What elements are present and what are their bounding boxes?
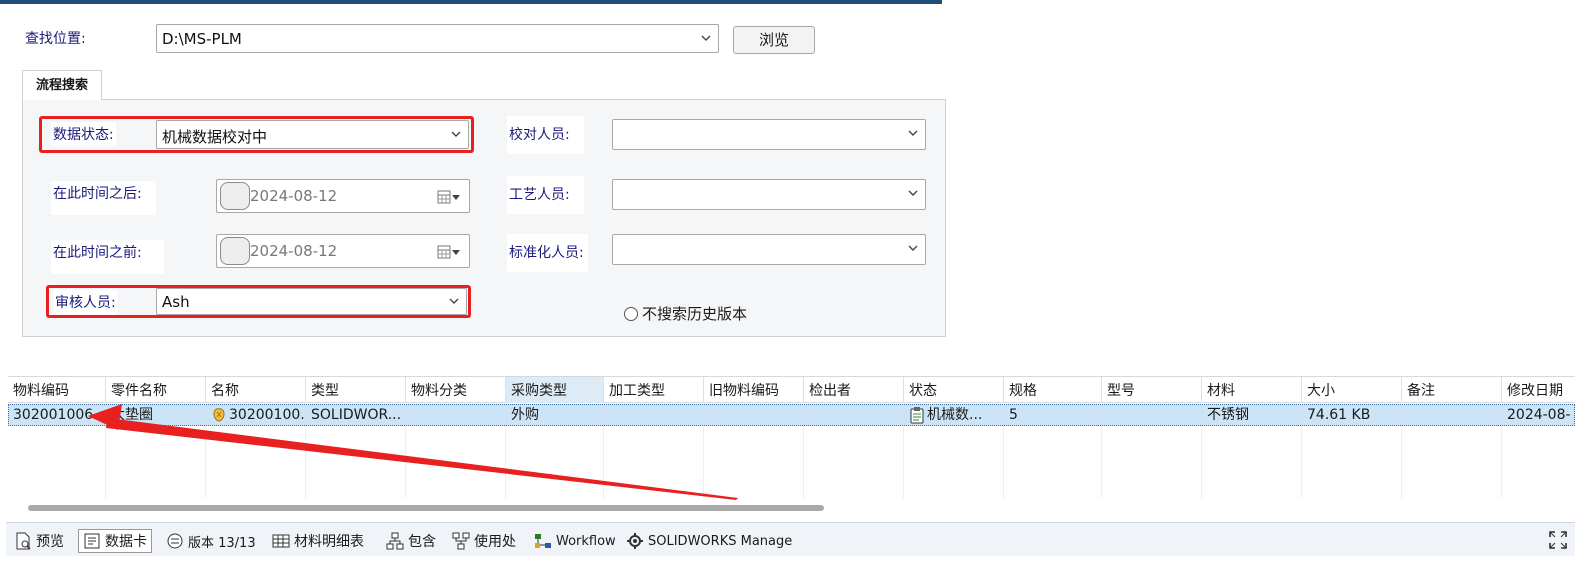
- preview-icon: [16, 532, 31, 550]
- tab-where-used[interactable]: 使用处: [452, 529, 516, 553]
- tab-datacard-label: 数据卡: [105, 534, 147, 550]
- where-used-tree-icon: [452, 532, 470, 550]
- tab-contains[interactable]: 包含: [386, 529, 436, 553]
- tab-datacard[interactable]: 数据卡: [78, 529, 152, 553]
- tab-contains-label: 包含: [408, 534, 436, 550]
- workflow-icon: [535, 534, 551, 548]
- tab-solidworks-manage[interactable]: SOLIDWORKS Manage: [626, 529, 792, 553]
- version-icon: [167, 533, 183, 549]
- tab-manage-label: SOLIDWORKS Manage: [648, 533, 793, 549]
- tab-where-used-label: 使用处: [474, 534, 516, 550]
- tab-preview[interactable]: 预览: [14, 529, 64, 553]
- tab-bom[interactable]: 材料明细表: [272, 529, 364, 553]
- tab-workflow[interactable]: Workflow: [534, 529, 616, 553]
- expand-icon[interactable]: [1549, 531, 1567, 549]
- datacard-icon: [84, 533, 100, 549]
- tab-version-label: 版本 13/13: [188, 535, 256, 551]
- contains-tree-icon: [386, 532, 404, 550]
- tab-bom-label: 材料明细表: [294, 534, 364, 550]
- manage-gear-icon: [627, 533, 643, 549]
- bottom-tab-bar: 预览 数据卡 版本 13/13 材料明细表 包含 使用处 Workflow SO…: [6, 522, 1575, 556]
- horizontal-scrollbar[interactable]: [28, 505, 824, 511]
- tab-workflow-label: Workflow: [556, 533, 616, 549]
- tab-version[interactable]: 版本 13/13: [166, 529, 256, 553]
- bom-table-icon: [272, 534, 290, 548]
- annotation-arrow: [88, 404, 738, 500]
- tab-preview-label: 预览: [36, 534, 64, 550]
